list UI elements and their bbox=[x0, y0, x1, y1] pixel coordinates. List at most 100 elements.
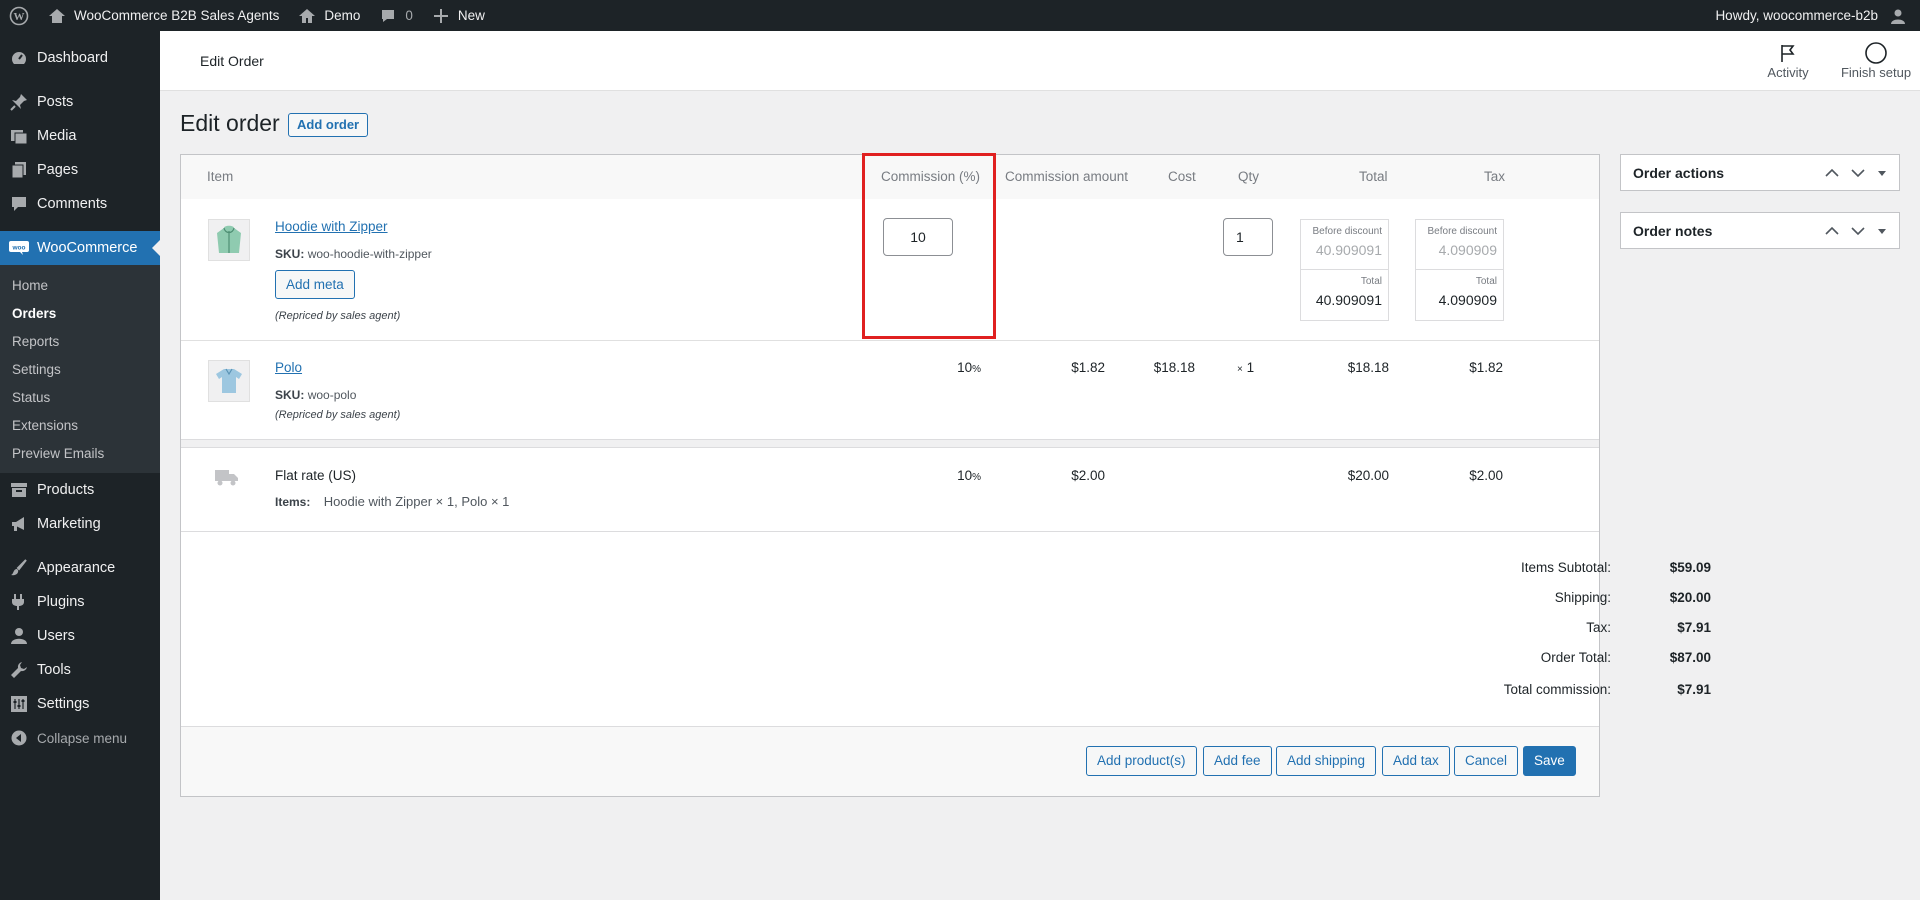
wordpress-logo-icon[interactable]: W bbox=[0, 0, 38, 31]
comments-link[interactable]: 0 bbox=[369, 0, 422, 31]
order-notes-box[interactable]: Order notes bbox=[1620, 212, 1900, 249]
header-qty[interactable]: Qty bbox=[1238, 169, 1259, 184]
line-total-input[interactable]: 40.909091 bbox=[1316, 292, 1382, 308]
cost-value: $18.18 bbox=[1153, 360, 1195, 375]
collapse-menu-button[interactable]: Collapse menu bbox=[0, 721, 160, 755]
menu-users[interactable]: Users bbox=[0, 619, 160, 653]
commission-value: 10 bbox=[957, 360, 973, 375]
menu-appearance[interactable]: Appearance bbox=[0, 551, 160, 585]
menu-pages[interactable]: Pages bbox=[0, 153, 160, 187]
new-content-link[interactable]: New bbox=[422, 0, 494, 31]
activity-button[interactable]: Activity bbox=[1748, 41, 1828, 80]
site-name-link[interactable]: WooCommerce B2B Sales Agents bbox=[38, 0, 288, 31]
row-divider bbox=[181, 340, 1599, 341]
caret-down-icon[interactable] bbox=[1877, 165, 1887, 181]
qty-input[interactable]: 1 bbox=[1223, 218, 1273, 256]
site-name-label: WooCommerce B2B Sales Agents bbox=[74, 8, 280, 23]
hoodie-thumbnail bbox=[208, 219, 250, 261]
order-actions-box[interactable]: Order actions bbox=[1620, 154, 1900, 191]
header-tax[interactable]: Tax bbox=[1484, 169, 1505, 184]
menu-settings[interactable]: Settings bbox=[0, 687, 160, 721]
header-total[interactable]: Total bbox=[1359, 169, 1388, 184]
menu-plugins[interactable]: Plugins bbox=[0, 585, 160, 619]
shipping-commission-pct: 10% bbox=[881, 468, 981, 483]
menu-woocommerce[interactable]: woo WooCommerce bbox=[0, 231, 160, 265]
header-cost[interactable]: Cost bbox=[1168, 169, 1196, 184]
user-avatar-icon bbox=[1888, 6, 1908, 26]
flag-icon bbox=[1748, 41, 1828, 65]
submenu-orders[interactable]: Orders bbox=[0, 299, 160, 327]
header-item[interactable]: Item bbox=[207, 169, 233, 184]
menu-posts-label: Posts bbox=[37, 94, 74, 110]
finish-setup-button[interactable]: Finish setup bbox=[1831, 41, 1920, 80]
submenu-home[interactable]: Home bbox=[0, 271, 160, 299]
archive-box-icon bbox=[9, 480, 29, 500]
item-name-link[interactable]: Polo bbox=[275, 360, 302, 375]
admin-sidebar: Dashboard Posts Media Pages Comments woo… bbox=[0, 31, 160, 900]
collapse-arrow-icon bbox=[9, 728, 29, 748]
woocommerce-submenu: Home Orders Reports Settings Status Exte… bbox=[0, 265, 160, 473]
order-notes-title: Order notes bbox=[1633, 222, 1713, 239]
submenu-preview-emails[interactable]: Preview Emails bbox=[0, 439, 160, 467]
admin-bar: W WooCommerce B2B Sales Agents Demo 0 Ne… bbox=[0, 0, 1920, 31]
sku-value: woo-hoodie-with-zipper bbox=[307, 247, 432, 261]
submenu-extensions[interactable]: Extensions bbox=[0, 411, 160, 439]
menu-posts[interactable]: Posts bbox=[0, 85, 160, 119]
line-subtotal-tax-input[interactable]: 4.090909 bbox=[1439, 242, 1497, 258]
menu-woocommerce-label: WooCommerce bbox=[37, 240, 138, 256]
chevron-up-icon[interactable] bbox=[1825, 223, 1839, 239]
user-icon bbox=[9, 626, 29, 646]
plug-icon bbox=[9, 592, 29, 612]
item-name-link[interactable]: Hoodie with Zipper bbox=[275, 219, 388, 234]
menu-comments-label: Comments bbox=[37, 196, 108, 212]
menu-tools[interactable]: Tools bbox=[0, 653, 160, 687]
pages-icon bbox=[9, 160, 29, 180]
menu-comments[interactable]: Comments bbox=[0, 187, 160, 221]
polo-image-icon bbox=[216, 368, 242, 393]
menu-products[interactable]: Products bbox=[0, 473, 160, 507]
demo-label: Demo bbox=[324, 8, 361, 23]
sku-label: SKU: bbox=[275, 388, 305, 402]
submenu-settings[interactable]: Settings bbox=[0, 355, 160, 383]
commission-value: 10 bbox=[957, 468, 973, 483]
add-meta-button[interactable]: Add meta bbox=[275, 270, 355, 299]
caret-down-icon[interactable] bbox=[1877, 223, 1887, 239]
cancel-button[interactable]: Cancel bbox=[1454, 746, 1519, 776]
menu-dashboard[interactable]: Dashboard bbox=[0, 41, 160, 75]
finish-setup-label: Finish setup bbox=[1840, 65, 1912, 80]
menu-marketing[interactable]: Marketing bbox=[0, 507, 160, 541]
menu-tools-label: Tools bbox=[37, 662, 71, 678]
demo-link[interactable]: Demo bbox=[288, 0, 369, 31]
add-order-button[interactable]: Add order bbox=[288, 113, 369, 137]
paintbrush-icon bbox=[9, 558, 29, 578]
add-shipping-button[interactable]: Add shipping bbox=[1276, 746, 1377, 776]
line-tax-input[interactable]: 4.090909 bbox=[1439, 292, 1497, 308]
add-fee-button[interactable]: Add fee bbox=[1203, 746, 1272, 776]
submenu-reports[interactable]: Reports bbox=[0, 327, 160, 355]
save-button[interactable]: Save bbox=[1523, 746, 1576, 776]
line-tax-value: $1.82 bbox=[1469, 360, 1503, 375]
totals-value: $59.09 bbox=[1669, 560, 1711, 575]
account-menu[interactable]: Howdy, woocommerce-b2b bbox=[1706, 0, 1920, 31]
totals-label: Tax: bbox=[1586, 620, 1611, 635]
truck-icon bbox=[215, 468, 239, 489]
sku-label: SKU: bbox=[275, 247, 305, 261]
commission-amount-value: $1.82 bbox=[1071, 360, 1105, 375]
page-title: Edit order bbox=[180, 110, 280, 136]
before-discount-label: Before discount bbox=[1312, 226, 1383, 237]
line-subtotal-input[interactable]: 40.909091 bbox=[1316, 242, 1382, 258]
chevron-down-icon[interactable] bbox=[1851, 165, 1865, 181]
menu-media[interactable]: Media bbox=[0, 119, 160, 153]
items-subtotal-row: Items Subtotal: $59.09 bbox=[1351, 560, 1711, 575]
chevron-down-icon[interactable] bbox=[1851, 223, 1865, 239]
item-sku: SKU: woo-polo bbox=[275, 388, 356, 402]
chevron-up-icon[interactable] bbox=[1825, 165, 1839, 181]
submenu-status[interactable]: Status bbox=[0, 383, 160, 411]
box-controls bbox=[1825, 223, 1887, 239]
add-tax-button[interactable]: Add tax bbox=[1382, 746, 1450, 776]
items-actions-bar: Add product(s) Add fee Add shipping Add … bbox=[181, 726, 1599, 796]
menu-pages-label: Pages bbox=[37, 162, 79, 178]
totals-value: $20.00 bbox=[1669, 590, 1711, 605]
add-products-button[interactable]: Add product(s) bbox=[1086, 746, 1197, 776]
header-commission-amount[interactable]: Commission amount bbox=[1005, 169, 1128, 184]
